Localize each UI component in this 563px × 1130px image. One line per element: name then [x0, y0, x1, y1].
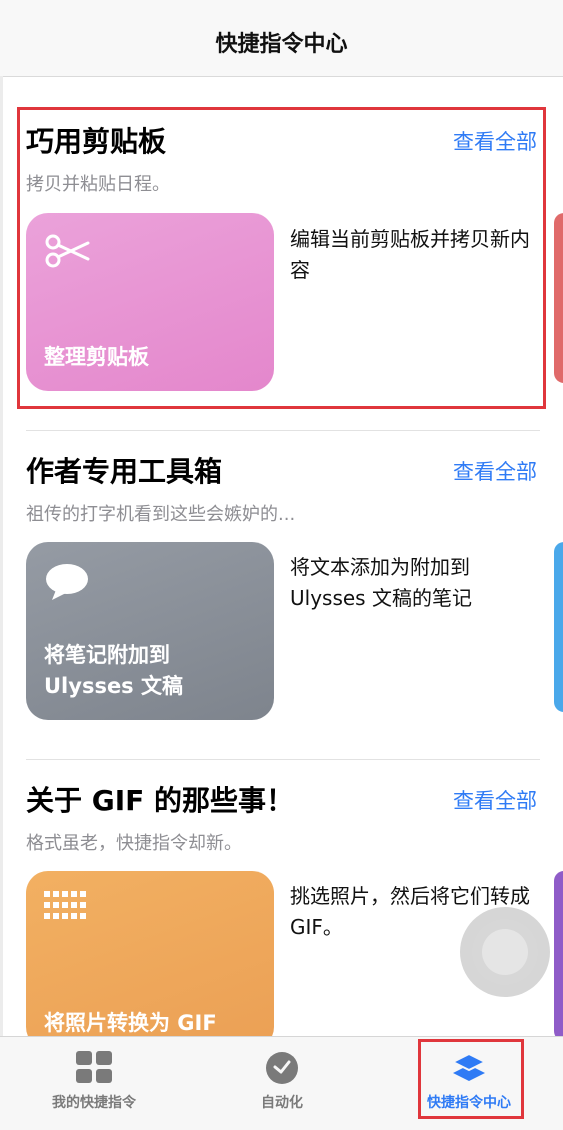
assistive-touch-button[interactable] — [460, 907, 550, 997]
shortcut-description: 将文本添加为附加到 Ulysses 文稿的笔记 — [290, 555, 472, 610]
shortcut-card-label: 将笔记附加到 Ulysses 文稿 — [44, 643, 183, 698]
speech-bubble-icon — [44, 562, 90, 606]
section-subtitle: 祖传的打字机看到这些会嫉妒的... — [26, 504, 296, 525]
tab-label: 我的快捷指令 — [52, 1095, 136, 1111]
grid-icon — [76, 1051, 112, 1087]
tab-my-shortcuts[interactable]: 我的快捷指令 — [0, 1037, 188, 1130]
next-card-peek[interactable] — [554, 871, 563, 1036]
section-title: 关于 GIF 的那些事！ — [26, 784, 295, 817]
next-card-peek[interactable] — [554, 542, 563, 712]
page-title: 快捷指令中心 — [215, 32, 348, 57]
section-writer-toolbox: 作者专用工具箱 查看全部 祖传的打字机看到这些会嫉妒的... 将笔记附加到 Ul… — [0, 430, 563, 760]
tab-label: 自动化 — [261, 1095, 303, 1111]
shortcut-card-ulysses-note[interactable]: 将笔记附加到 Ulysses 文稿 — [26, 542, 274, 720]
next-card-peek[interactable] — [554, 213, 563, 383]
navigation-bar: 快捷指令中心 — [0, 0, 563, 77]
see-all-link[interactable]: 查看全部 — [453, 785, 537, 815]
highlight-box-section — [17, 107, 546, 409]
highlight-box-tab — [418, 1039, 524, 1119]
clock-icon — [264, 1051, 300, 1089]
grid-dots-icon — [44, 891, 88, 929]
shortcut-card-label: 将照片转换为 GIF — [44, 1011, 217, 1035]
shortcut-card-photos-to-gif[interactable]: 将照片转换为 GIF — [26, 871, 274, 1036]
tab-automation[interactable]: 自动化 — [188, 1037, 376, 1130]
section-subtitle: 格式虽老，快捷指令却新。 — [26, 833, 242, 854]
assistive-touch-center — [482, 929, 528, 975]
section-gif: 关于 GIF 的那些事！ 查看全部 格式虽老，快捷指令却新。 将照片转换为 GI… — [0, 759, 563, 1036]
see-all-link[interactable]: 查看全部 — [453, 456, 537, 486]
section-title: 作者专用工具箱 — [26, 455, 223, 488]
